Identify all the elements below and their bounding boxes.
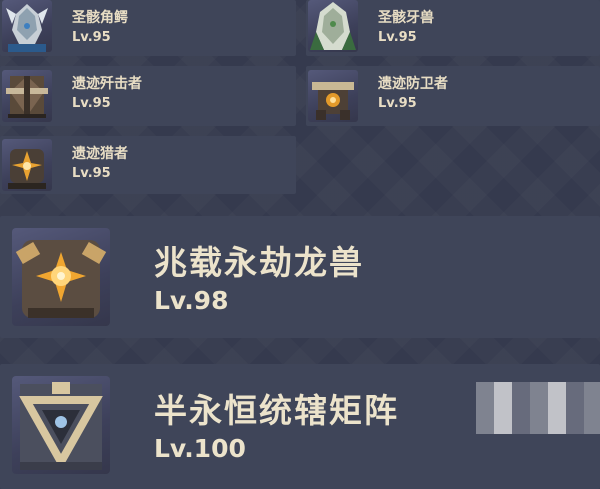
perpetual-mechanical-beast-icon	[12, 228, 110, 326]
enemy-card[interactable]: 遗迹防卫者 Lv.95	[306, 66, 600, 126]
boss-level: Lv.100	[154, 434, 246, 463]
boss-card[interactable]: 兆载永劫龙兽 Lv.98	[0, 216, 600, 338]
enemy-card[interactable]: 圣骸牙兽 Lv.95	[306, 0, 600, 56]
boss-level: Lv.98	[154, 286, 229, 315]
enemy-level: Lv.95	[72, 30, 111, 45]
semi-perpetual-matrix-icon	[12, 376, 110, 474]
boss-name: 半永恒统辖矩阵	[154, 391, 399, 430]
enemy-name: 圣骸角鳄	[72, 10, 128, 26]
enemy-level: Lv.95	[72, 166, 111, 181]
boss-card[interactable]: 半永恒统辖矩阵 Lv.100	[0, 364, 600, 489]
enemy-level: Lv.95	[378, 96, 417, 111]
boss-name: 兆载永劫龙兽	[154, 243, 364, 282]
enemy-name: 圣骸牙兽	[378, 10, 434, 26]
enemy-card[interactable]: 遗迹猎者 Lv.95	[0, 136, 296, 194]
ruin-defender-icon	[308, 70, 358, 122]
ruin-destroyer-icon	[2, 70, 52, 122]
enemy-name: 遗迹歼击者	[72, 76, 142, 92]
enemy-name: 遗迹猎者	[72, 146, 128, 162]
enemy-card[interactable]: 遗迹歼击者 Lv.95	[0, 66, 296, 126]
ruin-hunter-icon	[2, 139, 52, 191]
mosaic-blur	[476, 382, 600, 434]
enemy-name: 遗迹防卫者	[378, 76, 448, 92]
saurian-relic-horned-icon	[2, 0, 52, 52]
enemy-level: Lv.95	[378, 30, 417, 45]
saurian-relic-fanged-icon	[308, 0, 358, 52]
enemy-card[interactable]: 圣骸角鳄 Lv.95	[0, 0, 296, 56]
enemy-level: Lv.95	[72, 96, 111, 111]
